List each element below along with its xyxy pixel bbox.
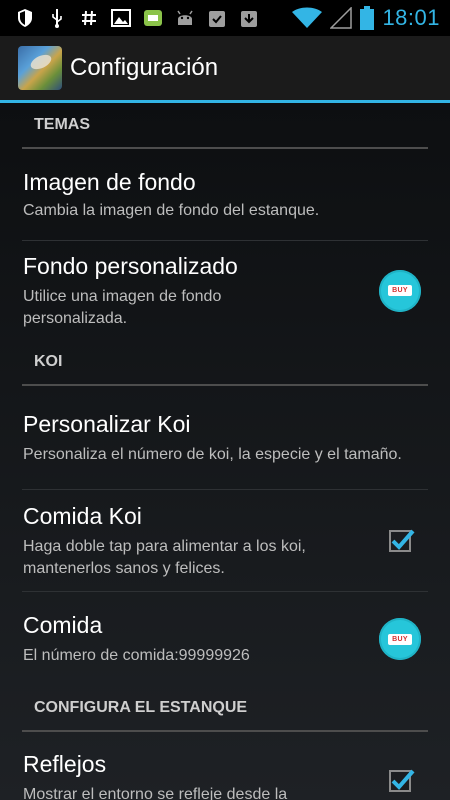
pref-title: Reflejos <box>23 751 107 777</box>
pref-fondo-personalizado[interactable]: Fondo personalizado Utilice una imagen d… <box>22 241 428 340</box>
game-icon <box>142 7 164 29</box>
pref-title: Comida <box>23 612 103 638</box>
pref-personalizar-koi[interactable]: Personalizar Koi Personaliza el número d… <box>22 386 428 490</box>
checkmark-icon <box>391 769 415 790</box>
pref-title: Comida Koi <box>23 502 142 529</box>
android-icon <box>174 7 196 29</box>
pref-imagen-de-fondo[interactable]: Imagen de fondo Cambia la imagen de fond… <box>22 149 428 241</box>
pref-summary: Personaliza el número de koi, la especie… <box>23 445 402 463</box>
wifi-icon <box>292 7 323 29</box>
buy-label: BUY <box>388 633 412 645</box>
pref-summary: Cambia la imagen de fondo del estanque. <box>23 201 320 219</box>
shield-icon <box>14 7 36 29</box>
buy-label: BUY <box>388 285 412 296</box>
action-bar: Configuración <box>0 36 450 103</box>
signal-icon <box>330 7 353 29</box>
page-title: Configuración <box>70 54 219 81</box>
app-icon[interactable] <box>18 46 62 90</box>
reflejos-checkbox[interactable] <box>389 769 415 792</box>
checkmark-icon <box>391 529 415 550</box>
battery-icon <box>360 6 375 30</box>
clock: 18:01 <box>382 5 440 30</box>
clipboard-check-icon <box>206 7 228 29</box>
category-header-koi: KOI <box>22 340 428 386</box>
pref-title: Imagen de fondo <box>23 168 196 195</box>
pref-summary: Mostrar el entorno se refleje desde la <box>23 786 288 800</box>
status-bar: 18:01 <box>0 0 450 36</box>
category-header-temas: TEMAS <box>22 103 428 149</box>
pref-comida[interactable]: Comida El número de comida:99999926 BUY <box>22 592 428 686</box>
pref-comida-koi[interactable]: Comida Koi Haga doble tap para alimentar… <box>22 490 428 592</box>
comida-koi-checkbox[interactable] <box>389 529 415 552</box>
usb-icon <box>46 7 68 29</box>
buy-button[interactable]: BUY <box>379 269 421 312</box>
hash-icon <box>78 7 100 29</box>
pref-summary: Utilice una imagen de fondo personalizad… <box>23 287 222 327</box>
pref-summary: Haga doble tap para alimentar a los koi,… <box>23 537 306 577</box>
category-header-configura-el-estanque: CONFIGURA EL ESTANQUE <box>22 686 428 732</box>
buy-button[interactable]: BUY <box>379 618 421 660</box>
pref-title: Personalizar Koi <box>23 410 191 437</box>
download-icon <box>238 7 260 29</box>
settings-list[interactable]: TEMAS Imagen de fondo Cambia la imagen d… <box>0 103 450 800</box>
pref-title: Fondo personalizado <box>23 252 238 279</box>
pref-summary: El número de comida:99999926 <box>23 647 250 664</box>
image-icon <box>110 7 132 29</box>
pref-reflejos[interactable]: Reflejos Mostrar el entorno se refleje d… <box>22 732 428 800</box>
